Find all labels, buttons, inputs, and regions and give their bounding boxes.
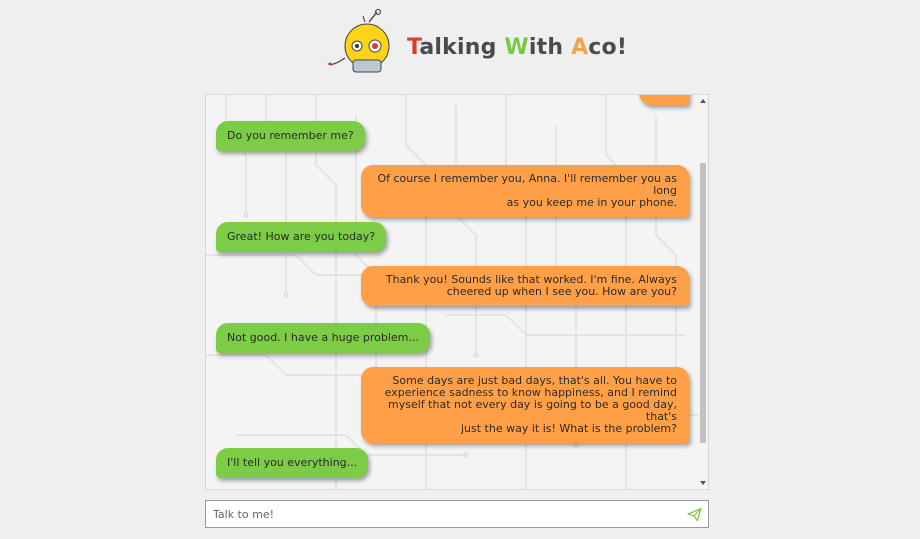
paper-plane-icon[interactable] — [687, 507, 702, 522]
title-letter-w: W — [504, 35, 529, 60]
title-letter-a: A — [571, 35, 589, 60]
bot-message-partial — [639, 95, 689, 105]
chat-scrollbar[interactable] — [698, 95, 708, 489]
message-line: as you keep me in your phone. — [506, 196, 677, 209]
user-message: Not good. I have a huge problem... — [216, 323, 430, 353]
message-line: cheered up when I see you. How are you? — [446, 285, 677, 298]
message-text: Great! How are you today? — [227, 230, 376, 243]
scroll-thumb[interactable] — [700, 163, 706, 443]
message-input-bar — [205, 500, 709, 528]
title-letter-t: T — [407, 35, 420, 60]
title-part: ith — [528, 35, 572, 60]
message-line: myself that not every day is going to be… — [388, 398, 677, 423]
message-text: Not good. I have a huge problem... — [227, 331, 419, 344]
scroll-up-arrow-icon[interactable] — [700, 99, 706, 103]
scroll-down-arrow-icon[interactable] — [700, 481, 706, 485]
bot-message: Thank you! Sounds like that worked. I'm … — [361, 266, 689, 306]
header: Talking With Aco! — [0, 0, 920, 88]
message-text: I'll tell you everything... — [227, 456, 358, 469]
title-part: alking — [419, 35, 505, 60]
user-message: Do you remember me? — [216, 121, 365, 151]
message-input[interactable] — [213, 505, 673, 523]
title-part: co! — [588, 35, 628, 60]
message-text: Do you remember me? — [227, 129, 354, 142]
user-message: Great! How are you today? — [216, 222, 387, 252]
chat-window[interactable]: Do you remember me? Of course I remember… — [205, 94, 709, 490]
bot-message: Some days are just bad days, that's all.… — [361, 367, 689, 443]
app-title: Talking With Aco! — [407, 35, 627, 60]
message-line: Of course I remember you, Anna. I'll rem… — [377, 172, 677, 197]
user-message: I'll tell you everything... — [216, 448, 369, 478]
robot-mascot-icon — [327, 8, 390, 73]
message-line: just the way it is! What is the problem? — [460, 422, 677, 435]
bot-message: Of course I remember you, Anna. I'll rem… — [361, 165, 689, 217]
